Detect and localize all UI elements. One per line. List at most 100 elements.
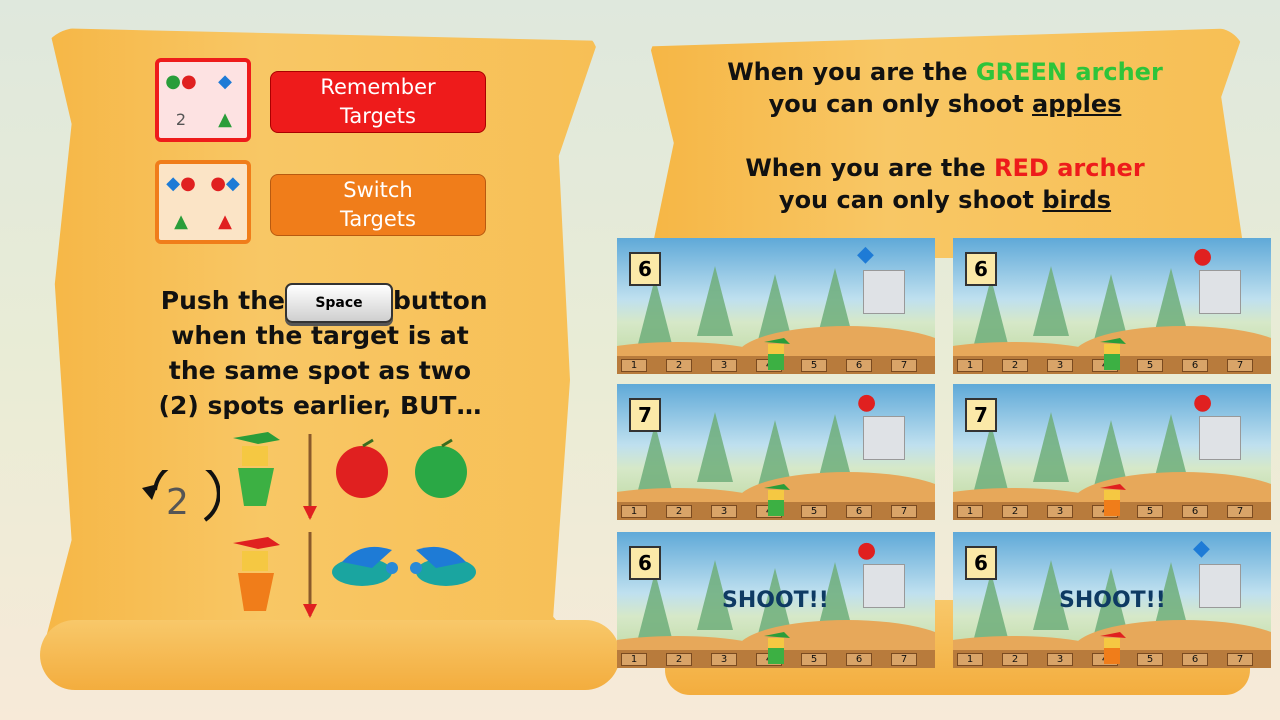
bird-icon — [322, 540, 404, 594]
round-number: 6 — [965, 252, 997, 286]
red-archer-icon: ▲ — [218, 210, 232, 232]
shoot-label: SHOOT!! — [722, 588, 829, 613]
remember-targets-icon: ● ● ◆ 2 ▲ — [155, 58, 251, 142]
target-slot: 7 — [1227, 653, 1253, 666]
back-two-icon: 2 — [175, 109, 187, 129]
instruction-line2: when the target is at — [171, 321, 469, 350]
round-number: 7 — [965, 398, 997, 432]
bird-icon — [404, 540, 486, 594]
target-slot: 1 — [621, 505, 647, 518]
target-slot: 3 — [711, 359, 737, 372]
target-slot: 7 — [891, 359, 917, 372]
target-slot: 3 — [1047, 653, 1073, 666]
apple-icon: ● — [857, 390, 877, 415]
green-archer-icon — [1098, 336, 1128, 370]
target-slot: 5 — [1137, 653, 1163, 666]
bird-icon: ◆ — [857, 242, 874, 267]
target-slot: 7 — [891, 505, 917, 518]
instruction-line4: (2) spots earlier, BUT… — [158, 391, 482, 420]
target-slot: 2 — [666, 653, 692, 666]
target-slot: 1 — [957, 505, 983, 518]
instruction-line1a: Push the — [160, 286, 285, 315]
switch-targets-icon: ◆ ● ● ◆ ▲ ▲ — [155, 160, 251, 244]
green-archer-icon — [762, 482, 792, 516]
round-number: 6 — [629, 252, 661, 286]
target-slot: 6 — [1182, 653, 1208, 666]
switch-targets-button[interactable]: Switch Targets — [270, 174, 486, 236]
target-slot: 6 — [846, 653, 872, 666]
round-number: 6 — [965, 546, 997, 580]
game-panel: 71234567● — [617, 384, 935, 520]
apple-bird-icon: ● ◆ — [210, 172, 240, 194]
target-slot: 1 — [957, 653, 983, 666]
game-panel: 61234567◆ — [617, 238, 935, 374]
red-archer-icon — [1098, 630, 1128, 664]
green-archer-icon: ▲ — [218, 108, 232, 130]
target-slot: 7 — [1227, 505, 1253, 518]
arrow-icon — [298, 428, 322, 524]
bird-icon: ◆ — [218, 70, 232, 92]
target-slot: 5 — [801, 653, 827, 666]
left-scroll-roll — [40, 620, 620, 690]
target-slot: 3 — [711, 505, 737, 518]
red-archer-icon — [1098, 482, 1128, 516]
instruction-line3: the same spot as two — [168, 356, 472, 385]
red-apple-icon — [333, 438, 391, 500]
space-key-button[interactable]: Space — [285, 283, 393, 323]
target-slot: 6 — [846, 359, 872, 372]
target-slot: 3 — [1047, 359, 1073, 372]
bird-apple-icon: ◆ ● — [166, 172, 196, 194]
green-rule-line1: When you are the GREEN archer — [727, 58, 1163, 86]
target-slot: 3 — [1047, 505, 1073, 518]
remember-targets-button[interactable]: Remember Targets — [270, 71, 486, 133]
target-slot: 2 — [1002, 505, 1028, 518]
game-panel: 61234567●SHOOT!! — [617, 532, 935, 668]
apple-icon: ● — [1193, 244, 1213, 269]
target-slot: 2 — [666, 505, 692, 518]
apple-icon: ● — [1193, 390, 1213, 415]
target-slot: 6 — [1182, 505, 1208, 518]
target-slot: 7 — [891, 653, 917, 666]
castle-icon — [863, 564, 905, 608]
castle-icon — [863, 270, 905, 314]
target-slot: 1 — [621, 359, 647, 372]
shoot-label: SHOOT!! — [1059, 588, 1166, 613]
green-archer-icon — [762, 336, 792, 370]
round-number: 6 — [629, 546, 661, 580]
green-rule-line2: you can only shoot apples — [768, 90, 1122, 118]
red-archer-figure — [228, 533, 288, 613]
target-slot: 5 — [801, 359, 827, 372]
target-slot: 6 — [1182, 359, 1208, 372]
target-slot: 5 — [801, 505, 827, 518]
round-number: 7 — [629, 398, 661, 432]
game-panel: 71234567● — [953, 384, 1271, 520]
target-slot: 3 — [711, 653, 737, 666]
game-panel: 61234567◆SHOOT!! — [953, 532, 1271, 668]
green-apple-icon — [412, 438, 470, 500]
target-slot: 1 — [957, 359, 983, 372]
arrow-icon — [298, 526, 322, 622]
green-archer-figure — [228, 428, 288, 508]
target-slot: 2 — [1002, 359, 1028, 372]
instruction-line1b: button — [393, 286, 488, 315]
castle-icon — [1199, 564, 1241, 608]
target-slot: 6 — [846, 505, 872, 518]
castle-icon — [863, 416, 905, 460]
apple-icon: ● — [857, 538, 877, 563]
green-archer-icon — [762, 630, 792, 664]
red-rule-line1: When you are the RED archer — [745, 154, 1145, 182]
red-rule-line2: you can only shoot birds — [778, 186, 1112, 214]
game-panel: 61234567● — [953, 238, 1271, 374]
apple-pair-icon: ● ● — [165, 70, 197, 92]
castle-icon — [1199, 416, 1241, 460]
green-archer-icon: ▲ — [174, 210, 188, 232]
target-slot: 1 — [621, 653, 647, 666]
target-slot: 2 — [1002, 653, 1028, 666]
back-two-arrow-icon: 2 — [130, 459, 221, 540]
target-slot: 7 — [1227, 359, 1253, 372]
castle-icon — [1199, 270, 1241, 314]
target-slot: 5 — [1137, 359, 1163, 372]
target-slot: 2 — [666, 359, 692, 372]
target-slot: 5 — [1137, 505, 1163, 518]
bird-icon: ◆ — [1193, 536, 1210, 561]
